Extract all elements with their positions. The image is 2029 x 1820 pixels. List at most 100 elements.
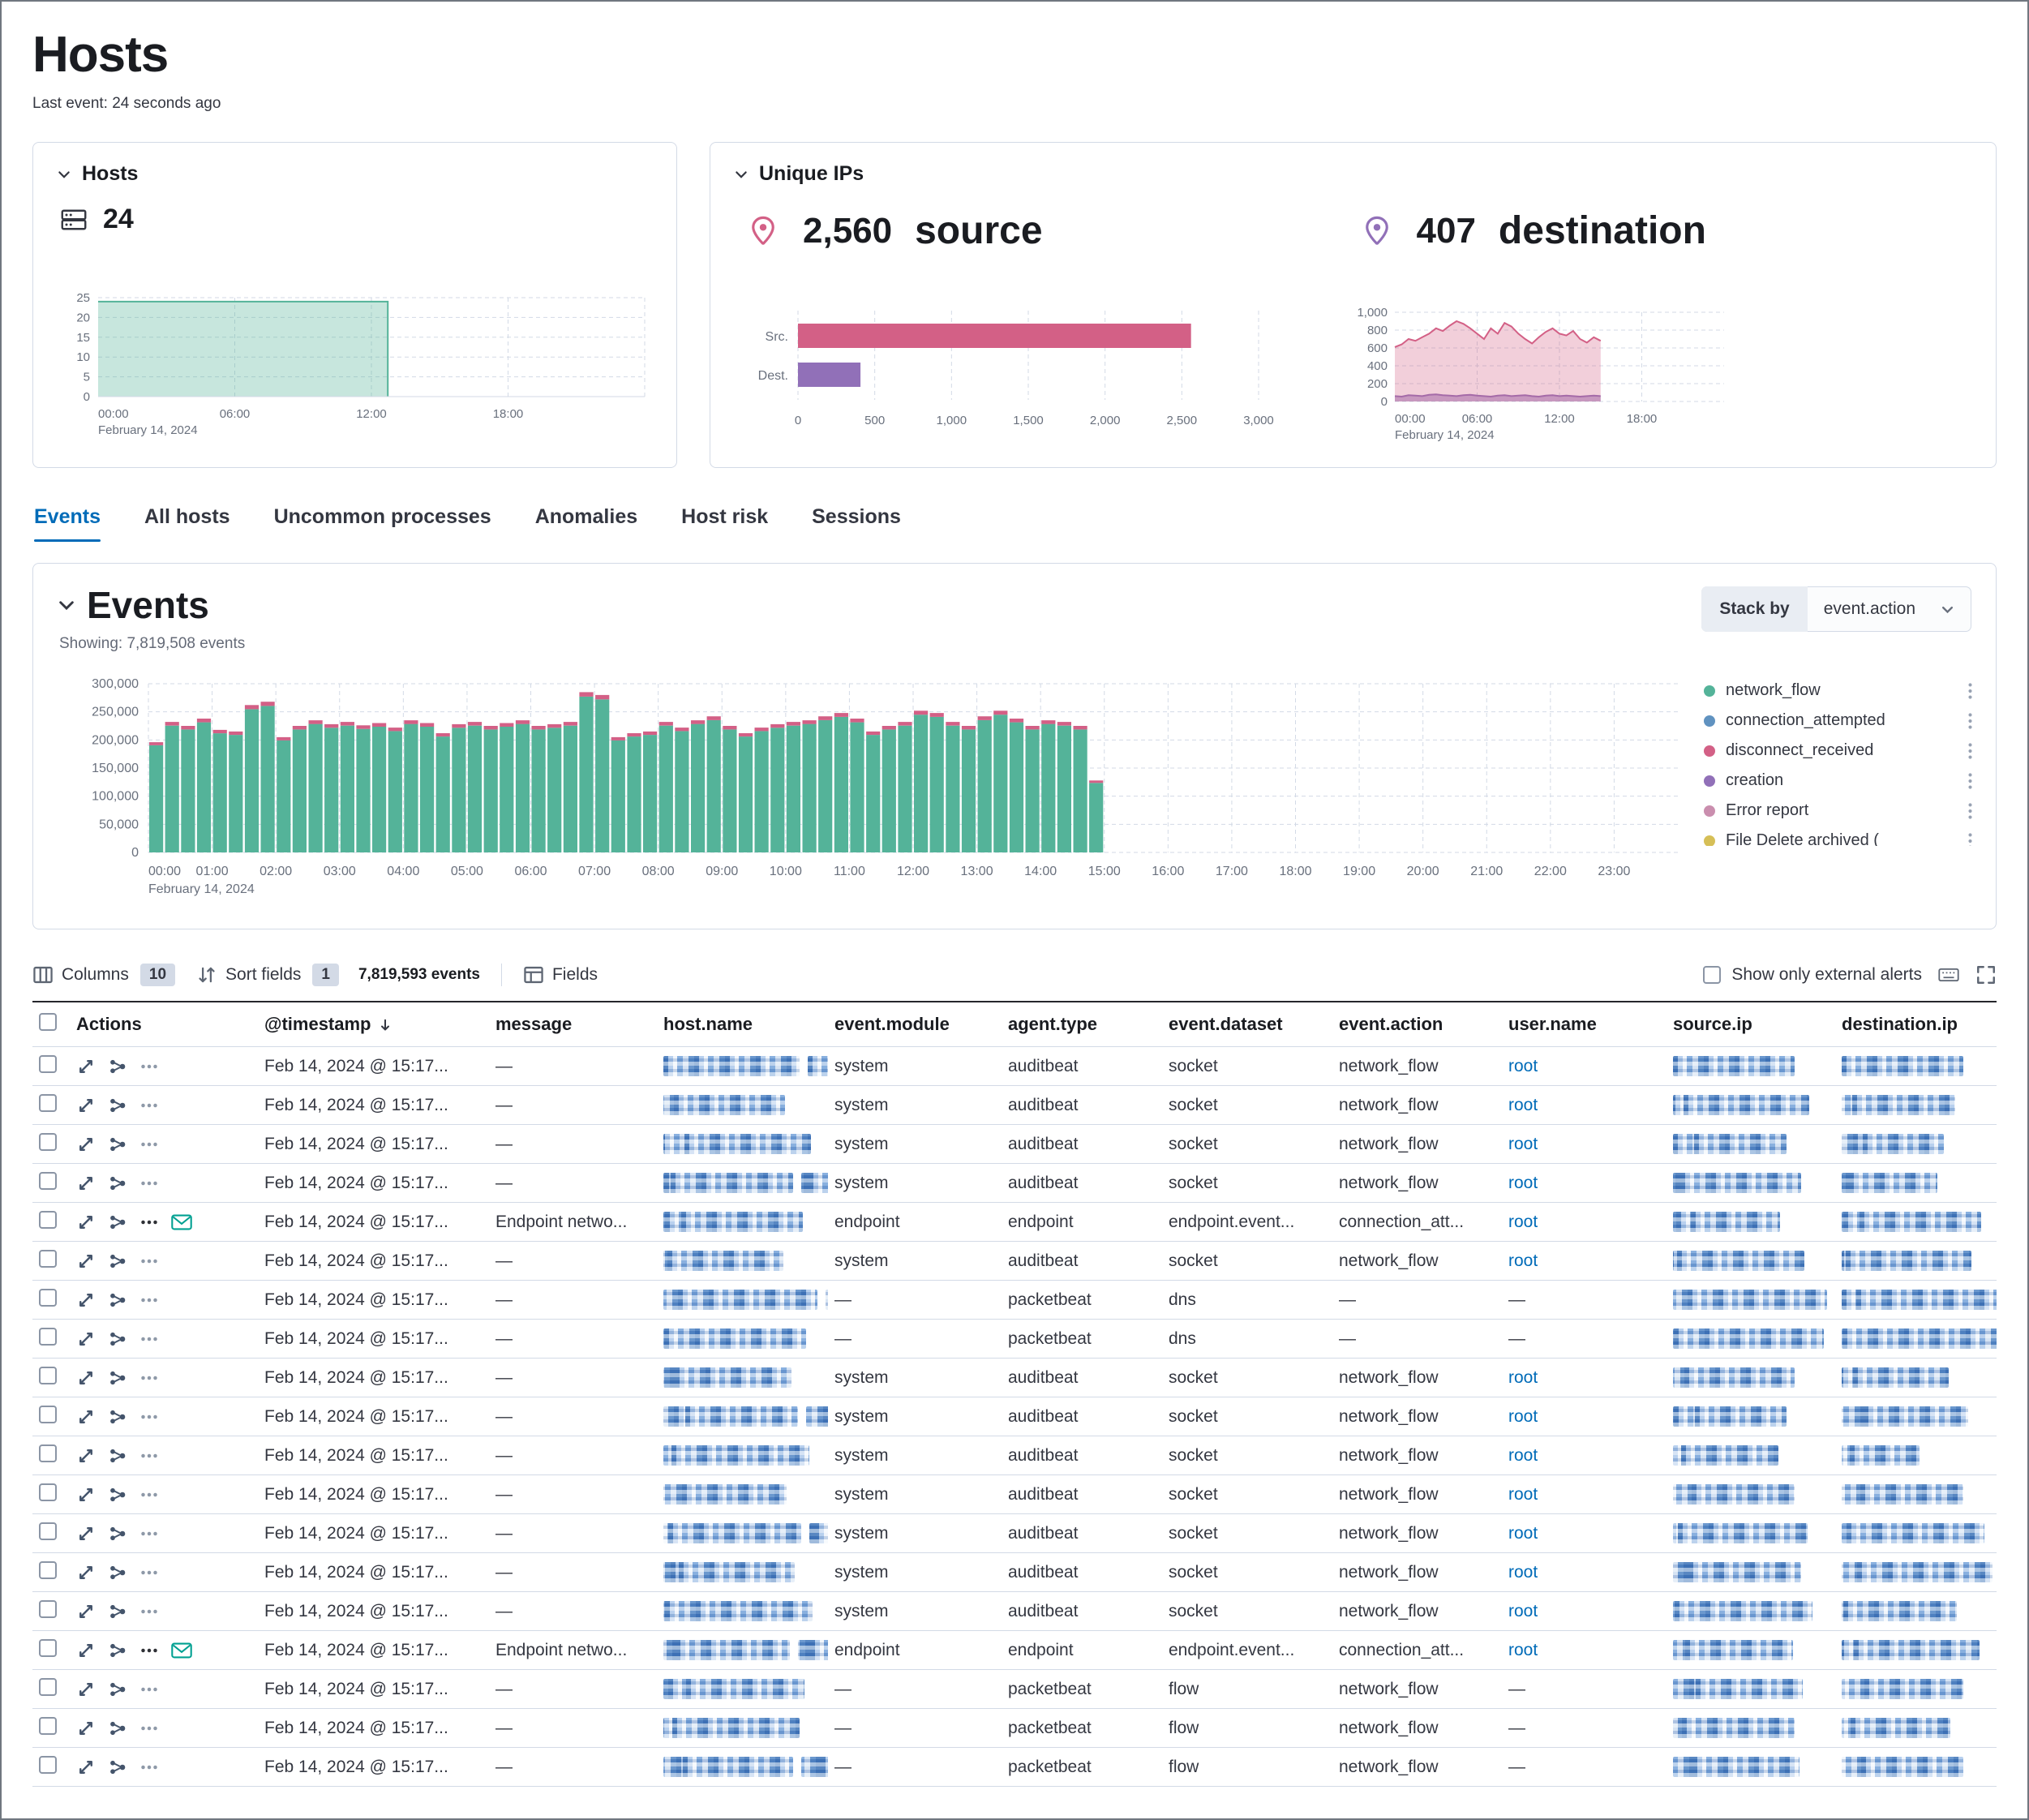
analyze-event-icon[interactable] bbox=[108, 1719, 127, 1738]
legend-more-icon[interactable] bbox=[1967, 712, 1973, 730]
source-ip-cell[interactable] bbox=[1667, 1748, 1835, 1787]
hosts-panel-toggle[interactable]: Hosts bbox=[56, 162, 654, 186]
agent-type-cell[interactable]: auditbeat bbox=[1002, 1359, 1162, 1397]
event-module-cell[interactable]: system bbox=[828, 1125, 1002, 1164]
event-action-cell[interactable]: network_flow bbox=[1332, 1164, 1502, 1203]
event-action-cell[interactable]: network_flow bbox=[1332, 1397, 1502, 1436]
analyze-event-icon[interactable] bbox=[108, 1641, 127, 1660]
user-name-cell[interactable]: root bbox=[1502, 1086, 1667, 1125]
legend-item[interactable]: Error report bbox=[1704, 796, 1973, 826]
event-module-cell[interactable]: system bbox=[828, 1164, 1002, 1203]
row-checkbox[interactable] bbox=[39, 1639, 57, 1657]
expand-event-icon[interactable] bbox=[76, 1290, 96, 1310]
analyze-event-icon[interactable] bbox=[108, 1680, 127, 1699]
source-ip-cell[interactable] bbox=[1667, 1320, 1835, 1359]
host-name-cell[interactable] bbox=[657, 1475, 828, 1514]
user-name-cell[interactable]: — bbox=[1502, 1709, 1667, 1748]
external-alerts-checkbox[interactable]: Show only external alerts bbox=[1703, 965, 1922, 985]
timestamp-cell[interactable]: Feb 14, 2024 @ 15:17... bbox=[258, 1748, 489, 1787]
tab-events[interactable]: Events bbox=[34, 505, 101, 542]
event-module-cell[interactable]: endpoint bbox=[828, 1203, 1002, 1242]
event-module-cell[interactable]: system bbox=[828, 1475, 1002, 1514]
legend-more-icon[interactable] bbox=[1967, 802, 1973, 820]
more-actions-icon[interactable] bbox=[139, 1329, 159, 1349]
legend-more-icon[interactable] bbox=[1967, 832, 1973, 847]
message-cell[interactable]: — bbox=[489, 1475, 657, 1514]
destination-ip-cell[interactable] bbox=[1835, 1164, 1997, 1203]
row-checkbox[interactable] bbox=[39, 1406, 57, 1423]
event-action-cell[interactable]: network_flow bbox=[1332, 1709, 1502, 1748]
expand-event-icon[interactable] bbox=[76, 1135, 96, 1154]
agent-type-cell[interactable]: packetbeat bbox=[1002, 1748, 1162, 1787]
message-cell[interactable]: — bbox=[489, 1320, 657, 1359]
expand-event-icon[interactable] bbox=[76, 1213, 96, 1232]
expand-event-icon[interactable] bbox=[76, 1096, 96, 1115]
event-dataset-cell[interactable]: flow bbox=[1162, 1709, 1332, 1748]
row-checkbox[interactable] bbox=[39, 1289, 57, 1307]
destination-ip-cell[interactable] bbox=[1835, 1514, 1997, 1553]
stack-by-select[interactable]: event.action bbox=[1808, 586, 1971, 632]
destination-ip-cell[interactable] bbox=[1835, 1242, 1997, 1281]
host-name-cell[interactable] bbox=[657, 1670, 828, 1709]
agent-type-cell[interactable]: auditbeat bbox=[1002, 1125, 1162, 1164]
timestamp-cell[interactable]: Feb 14, 2024 @ 15:17... bbox=[258, 1670, 489, 1709]
host-name-cell[interactable] bbox=[657, 1748, 828, 1787]
host-name-cell[interactable] bbox=[657, 1359, 828, 1397]
source-ip-cell[interactable] bbox=[1667, 1125, 1835, 1164]
header-message[interactable]: message bbox=[489, 1002, 657, 1047]
expand-event-icon[interactable] bbox=[76, 1641, 96, 1660]
timestamp-cell[interactable]: Feb 14, 2024 @ 15:17... bbox=[258, 1514, 489, 1553]
host-name-cell[interactable] bbox=[657, 1514, 828, 1553]
event-dataset-cell[interactable]: dns bbox=[1162, 1320, 1332, 1359]
event-dataset-cell[interactable]: flow bbox=[1162, 1670, 1332, 1709]
expand-event-icon[interactable] bbox=[76, 1563, 96, 1582]
event-dataset-cell[interactable]: socket bbox=[1162, 1436, 1332, 1475]
agent-type-cell[interactable]: auditbeat bbox=[1002, 1242, 1162, 1281]
event-action-cell[interactable]: network_flow bbox=[1332, 1086, 1502, 1125]
host-name-cell[interactable] bbox=[657, 1553, 828, 1592]
more-actions-icon[interactable] bbox=[139, 1680, 159, 1699]
agent-type-cell[interactable]: auditbeat bbox=[1002, 1436, 1162, 1475]
more-actions-icon[interactable] bbox=[139, 1251, 159, 1271]
row-checkbox[interactable] bbox=[39, 1522, 57, 1540]
event-action-cell[interactable]: network_flow bbox=[1332, 1592, 1502, 1631]
row-checkbox[interactable] bbox=[39, 1211, 57, 1229]
more-actions-icon[interactable] bbox=[139, 1368, 159, 1388]
destination-ip-cell[interactable] bbox=[1835, 1592, 1997, 1631]
sort-desc-icon[interactable] bbox=[377, 1017, 393, 1033]
timestamp-cell[interactable]: Feb 14, 2024 @ 15:17... bbox=[258, 1164, 489, 1203]
destination-ip-cell[interactable] bbox=[1835, 1203, 1997, 1242]
timestamp-cell[interactable]: Feb 14, 2024 @ 15:17... bbox=[258, 1553, 489, 1592]
message-cell[interactable]: — bbox=[489, 1125, 657, 1164]
expand-event-icon[interactable] bbox=[76, 1368, 96, 1388]
legend-more-icon[interactable] bbox=[1967, 742, 1973, 760]
expand-event-icon[interactable] bbox=[76, 1329, 96, 1349]
host-name-cell[interactable] bbox=[657, 1631, 828, 1670]
event-action-cell[interactable]: network_flow bbox=[1332, 1553, 1502, 1592]
row-checkbox[interactable] bbox=[39, 1756, 57, 1774]
event-module-cell[interactable]: system bbox=[828, 1242, 1002, 1281]
analyze-event-icon[interactable] bbox=[108, 1524, 127, 1543]
analyze-event-icon[interactable] bbox=[108, 1290, 127, 1310]
user-name-cell[interactable]: root bbox=[1502, 1631, 1667, 1670]
user-name-cell[interactable]: root bbox=[1502, 1475, 1667, 1514]
header-event-module[interactable]: event.module bbox=[828, 1002, 1002, 1047]
more-actions-icon[interactable] bbox=[139, 1213, 159, 1232]
event-dataset-cell[interactable]: socket bbox=[1162, 1553, 1332, 1592]
timestamp-cell[interactable]: Feb 14, 2024 @ 15:17... bbox=[258, 1086, 489, 1125]
event-module-cell[interactable]: system bbox=[828, 1592, 1002, 1631]
timestamp-cell[interactable]: Feb 14, 2024 @ 15:17... bbox=[258, 1203, 489, 1242]
user-name-link[interactable]: root bbox=[1508, 1641, 1538, 1659]
event-dataset-cell[interactable]: socket bbox=[1162, 1164, 1332, 1203]
source-ip-cell[interactable] bbox=[1667, 1164, 1835, 1203]
expand-event-icon[interactable] bbox=[76, 1485, 96, 1505]
analyze-event-icon[interactable] bbox=[108, 1446, 127, 1466]
row-checkbox[interactable] bbox=[39, 1328, 57, 1346]
message-cell[interactable]: — bbox=[489, 1670, 657, 1709]
header-source-ip[interactable]: source.ip bbox=[1667, 1002, 1835, 1047]
analyze-event-icon[interactable] bbox=[108, 1368, 127, 1388]
event-action-cell[interactable]: connection_att... bbox=[1332, 1203, 1502, 1242]
keyboard-shortcuts-button[interactable] bbox=[1938, 964, 1959, 985]
destination-ip-cell[interactable] bbox=[1835, 1359, 1997, 1397]
source-ip-cell[interactable] bbox=[1667, 1086, 1835, 1125]
